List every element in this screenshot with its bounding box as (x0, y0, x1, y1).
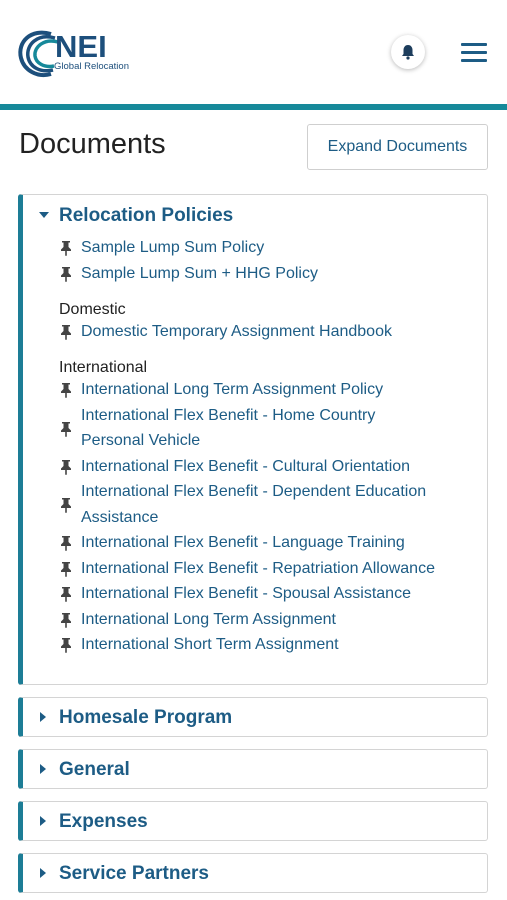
section-title: Homesale Program (59, 707, 233, 728)
bell-icon (402, 45, 414, 60)
pin-icon[interactable] (59, 561, 73, 577)
pin-icon[interactable] (59, 612, 73, 628)
document-link[interactable]: International Flex Benefit - Spousal Ass… (81, 581, 481, 607)
nei-logo[interactable]: NEI Global Relocation (17, 28, 137, 80)
app-header: NEI Global Relocation (0, 0, 507, 105)
section-title: Service Partners (59, 863, 209, 884)
section-homesale-program[interactable]: Homesale Program (18, 697, 488, 737)
pin-icon[interactable] (59, 421, 73, 437)
document-link[interactable]: International Flex Benefit - Dependent E… (81, 479, 461, 530)
pin-icon[interactable] (59, 586, 73, 602)
logo-subtitle: Global Relocation (54, 61, 129, 72)
caret-right-icon (40, 868, 46, 878)
caret-right-icon (40, 816, 46, 826)
pin-icon[interactable] (59, 382, 73, 398)
document-link[interactable]: International Long Term Assignment (81, 607, 481, 633)
document-link[interactable]: International Flex Benefit - Language Tr… (81, 530, 481, 556)
expand-documents-button[interactable]: Expand Documents (307, 124, 488, 170)
document-link[interactable]: International Flex Benefit - Home Countr… (81, 403, 411, 454)
logo-text: NEI (55, 29, 107, 64)
pin-icon[interactable] (59, 497, 73, 513)
document-link[interactable]: Domestic Temporary Assignment Handbook (81, 319, 481, 345)
section-title: Relocation Policies (59, 205, 234, 226)
section-title: Expenses (59, 811, 148, 832)
section-header-relocation-policies[interactable]: Relocation Policies (23, 195, 487, 235)
section-general[interactable]: General (18, 749, 488, 789)
caret-right-icon (40, 712, 46, 722)
section-relocation-policies: Relocation Policies Sample Lump Sum Poli… (18, 194, 488, 685)
pin-icon[interactable] (59, 535, 73, 551)
caret-down-icon (39, 212, 49, 218)
section-title: General (59, 759, 130, 780)
menu-bar (461, 43, 487, 46)
header-divider (0, 104, 507, 110)
notifications-button[interactable] (391, 35, 425, 69)
menu-bar (461, 59, 487, 62)
pin-icon[interactable] (59, 266, 73, 282)
document-link[interactable]: International Long Term Assignment Polic… (81, 377, 481, 403)
section-service-partners[interactable]: Service Partners (18, 853, 488, 893)
document-link[interactable]: International Short Term Assignment (81, 632, 481, 658)
pin-icon[interactable] (59, 240, 73, 256)
pin-icon[interactable] (59, 637, 73, 653)
document-link[interactable]: International Flex Benefit - Cultural Or… (81, 454, 481, 480)
page-title: Documents (19, 128, 166, 160)
document-link[interactable]: Sample Lump Sum + HHG Policy (81, 261, 481, 287)
pin-icon[interactable] (59, 324, 73, 340)
hamburger-menu-icon[interactable] (461, 41, 487, 63)
document-link[interactable]: International Flex Benefit - Repatriatio… (81, 556, 481, 582)
group-label-domestic: Domestic (59, 301, 126, 318)
document-link[interactable]: Sample Lump Sum Policy (81, 235, 481, 261)
pin-icon[interactable] (59, 459, 73, 475)
caret-right-icon (40, 764, 46, 774)
group-label-international: International (59, 359, 148, 376)
section-expenses[interactable]: Expenses (18, 801, 488, 841)
menu-bar (461, 51, 487, 54)
